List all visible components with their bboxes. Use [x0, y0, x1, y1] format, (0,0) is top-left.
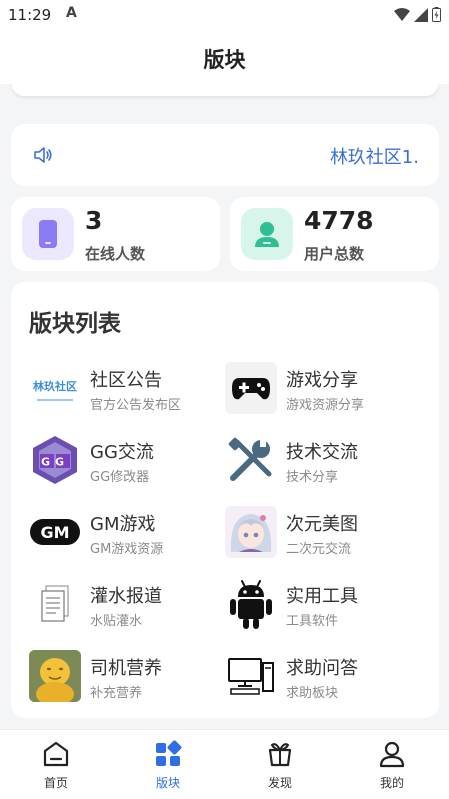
- forum-desc: GM游戏资源: [90, 542, 164, 557]
- online-users-card: 3 在线人数: [11, 197, 220, 271]
- user-count: 4778: [304, 206, 374, 235]
- tab-label: 发现: [267, 776, 292, 790]
- forum-name: 实用工具: [286, 586, 358, 607]
- forum-item-driver[interactable]: 司机营养 补充营养: [29, 650, 219, 706]
- stat-badge: [241, 208, 293, 260]
- app-header: 版块: [0, 30, 449, 84]
- phone-icon: [39, 220, 57, 248]
- linjiu-logo-text: 林玖社区: [33, 379, 77, 393]
- forum-item-help[interactable]: 求助问答 求助板块: [225, 650, 415, 706]
- linjiu-logo: 林玖社区: [29, 362, 81, 414]
- speaker-icon: [34, 147, 52, 163]
- forum-desc: 工具软件: [286, 614, 339, 629]
- section-title: 版块列表: [29, 311, 121, 337]
- forum-item-tech[interactable]: 技术交流 技术分享: [225, 434, 415, 490]
- status-bar: 11:29 A: [0, 0, 449, 30]
- banner-card[interactable]: [12, 84, 438, 96]
- user-label: 用户总数: [304, 245, 365, 263]
- tab-label: 首页: [43, 776, 68, 790]
- profile-icon: [379, 741, 405, 768]
- status-time: 11:29: [8, 6, 52, 24]
- tab-home[interactable]: 首页: [26, 740, 86, 794]
- tab-profile[interactable]: 我的: [362, 740, 422, 794]
- battery-icon: [432, 7, 441, 22]
- gg-icon: GG: [29, 434, 81, 486]
- forum-desc: 技术分享: [286, 470, 339, 485]
- grid-icon: [156, 740, 182, 766]
- bottom-tab-bar: 首页 版块 发现 我的: [0, 729, 449, 799]
- tab-label: 版块: [155, 776, 180, 790]
- anime-girl-image: [225, 506, 277, 558]
- user-icon: [255, 222, 279, 247]
- stat-badge: [22, 208, 74, 260]
- notice-bar[interactable]: 林玖社区1.: [11, 124, 439, 186]
- total-users-card: 4778 用户总数: [230, 197, 439, 271]
- wifi-icon: [394, 7, 410, 21]
- forum-item-gg[interactable]: GG GG交流 GG修改器: [29, 434, 219, 490]
- forum-desc: 补充营养: [90, 686, 143, 701]
- gamepad-icon: [225, 362, 277, 414]
- online-label: 在线人数: [85, 245, 146, 263]
- page-title: 版块: [203, 48, 246, 72]
- home-icon: [43, 741, 69, 767]
- forum-item-chat[interactable]: 灌水报道 水贴灌水: [29, 578, 219, 634]
- discover-icon: [268, 743, 292, 767]
- forum-name: 游戏分享: [286, 370, 358, 391]
- online-count: 3: [85, 206, 103, 235]
- forum-name: GM游戏: [90, 514, 156, 535]
- android-icon: [225, 578, 277, 630]
- tools-icon: [225, 434, 277, 486]
- forum-item-game-share[interactable]: 游戏分享 游戏资源分享: [225, 362, 415, 418]
- forum-name: 技术交流: [286, 442, 358, 463]
- gm-logo-text: GM: [40, 523, 69, 542]
- tab-discover[interactable]: 发现: [250, 740, 310, 794]
- computer-icon: [225, 650, 277, 702]
- forum-desc: 二次元交流: [286, 542, 352, 557]
- forum-desc: 水贴灌水: [90, 614, 143, 629]
- forum-name: 次元美图: [286, 514, 358, 535]
- forum-item-tools[interactable]: 实用工具 工具软件: [225, 578, 415, 634]
- tab-forums[interactable]: 版块: [138, 740, 198, 794]
- forum-desc: GG修改器: [90, 470, 150, 485]
- signal-icon: [414, 7, 428, 22]
- forum-desc: 求助板块: [286, 686, 339, 701]
- forum-item-announcements[interactable]: 林玖社区 社区公告 官方公告发布区: [29, 362, 219, 418]
- yellow-figure-image: [29, 650, 81, 702]
- gg-logo-text: GG: [41, 456, 69, 469]
- forum-item-anime[interactable]: 次元美图 二次元交流: [225, 506, 415, 562]
- forum-name: GG交流: [90, 442, 154, 463]
- forum-name: 社区公告: [90, 370, 162, 391]
- gm-icon: GM: [29, 506, 81, 558]
- notice-text: 林玖社区1.: [329, 147, 419, 168]
- forum-name: 司机营养: [90, 658, 162, 679]
- forum-name: 求助问答: [286, 658, 358, 679]
- forum-item-gm-games[interactable]: GM GM游戏 GM游戏资源: [29, 506, 219, 562]
- document-icon: [29, 578, 81, 630]
- forum-list-section: 版块列表 林玖社区 社区公告 官方公告发布区 游戏分享 游戏资源分享 GG GG…: [11, 282, 439, 718]
- forum-desc: 官方公告发布区: [90, 398, 182, 413]
- tab-label: 我的: [379, 776, 404, 790]
- status-icons: [394, 7, 441, 22]
- notification-icon: A: [66, 5, 77, 21]
- forum-name: 灌水报道: [90, 586, 162, 607]
- forum-desc: 游戏资源分享: [286, 398, 365, 413]
